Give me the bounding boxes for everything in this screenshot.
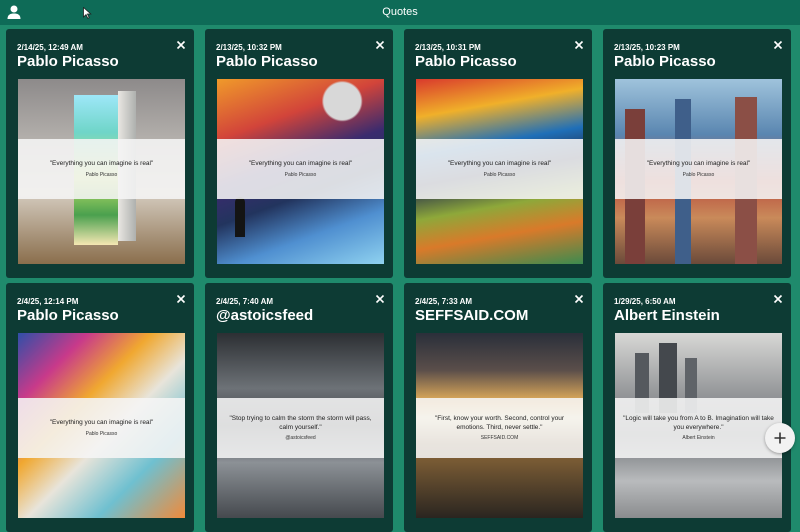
card-date: 2/4/25, 12:14 PM: [17, 297, 79, 306]
card-date: 2/13/25, 10:32 PM: [216, 43, 282, 52]
quote-overlay: "First, know your worth. Second, control…: [416, 398, 583, 458]
quote-attribution: SEFFSAID.COM: [480, 435, 519, 441]
quote-text: "Everything you can imagine is real": [646, 160, 751, 168]
card-author: Pablo Picasso: [216, 53, 318, 70]
add-quote-button[interactable]: [765, 423, 795, 453]
quote-image: "Logic will take you from A to B. Imagin…: [615, 333, 782, 518]
top-bar: Quotes: [0, 0, 800, 25]
quote-card[interactable]: 2/4/25, 7:40 AM @astoicsfeed "Stop tryin…: [205, 283, 393, 532]
quote-card[interactable]: 2/4/25, 7:33 AM SEFFSAID.COM "First, kno…: [404, 283, 592, 532]
quote-attribution: Pablo Picasso: [85, 430, 118, 437]
quote-attribution: Albert Einstein: [682, 435, 715, 441]
card-date: 2/4/25, 7:40 AM: [216, 297, 274, 306]
quote-text: "Everything you can imagine is real": [49, 160, 154, 168]
card-author: Albert Einstein: [614, 307, 720, 324]
quote-image: "Everything you can imagine is real" Pab…: [18, 333, 185, 518]
card-date: 2/13/25, 10:23 PM: [614, 43, 680, 52]
quote-card[interactable]: 2/4/25, 12:14 PM Pablo Picasso "Everythi…: [6, 283, 194, 532]
quote-text: "First, know your worth. Second, control…: [434, 415, 565, 431]
quote-overlay: "Everything you can imagine is real" Pab…: [416, 139, 583, 199]
quote-image: "Everything you can imagine is real" Pab…: [217, 79, 384, 264]
quote-overlay: "Logic will take you from A to B. Imagin…: [615, 398, 782, 458]
quote-image: "First, know your worth. Second, control…: [416, 333, 583, 518]
card-date: 1/29/25, 6:50 AM: [614, 297, 676, 306]
quote-overlay: "Everything you can imagine is real" Pab…: [18, 398, 185, 458]
quote-image: "Everything you can imagine is real" Pab…: [416, 79, 583, 264]
close-icon[interactable]: [771, 38, 785, 52]
close-icon[interactable]: [174, 292, 188, 306]
card-author: Pablo Picasso: [415, 53, 517, 70]
close-icon[interactable]: [373, 292, 387, 306]
quote-card[interactable]: 2/13/25, 10:32 PM Pablo Picasso "Everyth…: [205, 29, 393, 278]
quote-overlay: "Everything you can imagine is real" Pab…: [615, 139, 782, 199]
quote-text: "Stop trying to calm the storm the storm…: [229, 415, 372, 431]
quote-attribution: Pablo Picasso: [284, 171, 317, 178]
close-icon[interactable]: [572, 292, 586, 306]
quotes-grid: 2/14/25, 12:49 AM Pablo Picasso "Everyth…: [0, 25, 800, 532]
quote-card[interactable]: 2/14/25, 12:49 AM Pablo Picasso "Everyth…: [6, 29, 194, 278]
quote-text: "Logic will take you from A to B. Imagin…: [623, 415, 774, 431]
quote-overlay: "Everything you can imagine is real" Pab…: [217, 139, 384, 199]
quote-overlay: "Stop trying to calm the storm the storm…: [217, 398, 384, 458]
card-date: 2/13/25, 10:31 PM: [415, 43, 481, 52]
quote-image: "Stop trying to calm the storm the storm…: [217, 333, 384, 518]
card-author: Pablo Picasso: [17, 53, 119, 70]
quote-overlay: "Everything you can imagine is real" Pab…: [18, 139, 185, 199]
quote-attribution: Pablo Picasso: [85, 171, 118, 178]
plus-icon: [774, 432, 786, 444]
card-author: Pablo Picasso: [614, 53, 716, 70]
quote-image: "Everything you can imagine is real" Pab…: [18, 79, 185, 264]
quote-attribution: Pablo Picasso: [682, 171, 715, 178]
card-author: SEFFSAID.COM: [415, 307, 529, 324]
quote-card[interactable]: 2/13/25, 10:31 PM Pablo Picasso "Everyth…: [404, 29, 592, 278]
quote-card[interactable]: 1/29/25, 6:50 AM Albert Einstein "Logic …: [603, 283, 791, 532]
close-icon[interactable]: [771, 292, 785, 306]
quote-card[interactable]: 2/13/25, 10:23 PM Pablo Picasso "Everyth…: [603, 29, 791, 278]
close-icon[interactable]: [174, 38, 188, 52]
close-icon[interactable]: [572, 38, 586, 52]
card-author: @astoicsfeed: [216, 307, 314, 324]
card-date: 2/4/25, 7:33 AM: [415, 297, 473, 306]
close-icon[interactable]: [373, 38, 387, 52]
quote-attribution: Pablo Picasso: [483, 171, 516, 178]
app-title: Quotes: [382, 6, 418, 18]
quote-image: "Everything you can imagine is real" Pab…: [615, 79, 782, 264]
quote-text: "Everything you can imagine is real": [248, 160, 353, 168]
card-author: Pablo Picasso: [17, 307, 119, 324]
quote-text: "Everything you can imagine is real": [49, 419, 154, 427]
quote-text: "Everything you can imagine is real": [447, 160, 552, 168]
quote-attribution: @astoicsfeed: [285, 435, 316, 441]
card-date: 2/14/25, 12:49 AM: [17, 43, 83, 52]
